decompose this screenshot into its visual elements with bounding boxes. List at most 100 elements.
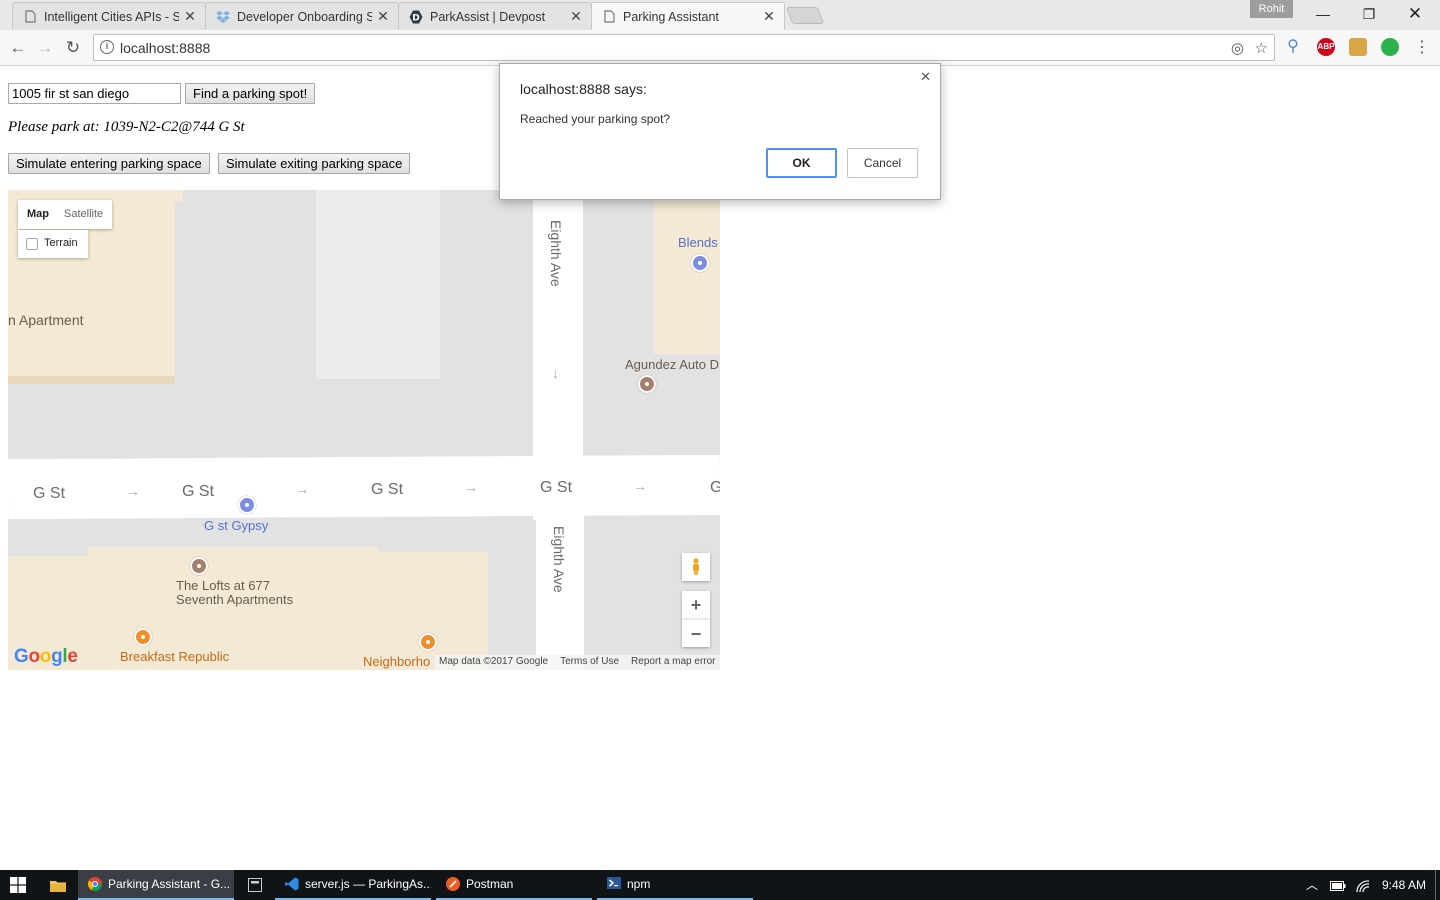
document-icon — [23, 10, 37, 24]
close-icon[interactable]: ✕ — [183, 8, 197, 25]
park-location-message: Please park at: 1039-N2-C2@744 G St — [8, 119, 245, 135]
tab-parking-assistant[interactable]: Parking Assistant ✕ — [591, 2, 785, 30]
simulate-exit-button[interactable]: Simulate exiting parking space — [218, 153, 411, 174]
one-way-arrow-icon: → — [126, 483, 140, 499]
report-error-link[interactable]: Report a map error — [631, 656, 715, 669]
browser-tab-strip: Intelligent Cities APIs - S ✕ Developer … — [0, 0, 1440, 30]
window-close-icon[interactable]: ✕ — [1392, 0, 1438, 28]
building — [175, 190, 183, 202]
find-parking-button[interactable]: Find a parking spot! — [185, 83, 316, 104]
pegman-icon[interactable] — [682, 553, 710, 581]
show-desktop-button[interactable] — [1435, 870, 1440, 900]
close-icon[interactable]: ✕ — [376, 8, 390, 25]
street-label: G St — [540, 479, 573, 496]
reload-icon[interactable]: ↻ — [61, 36, 85, 60]
vscode-icon — [285, 877, 299, 891]
close-icon[interactable]: ✕ — [569, 8, 583, 25]
screen: Intelligent Cities APIs - S ✕ Developer … — [0, 0, 1440, 900]
taskbar-item-chrome[interactable]: Parking Assistant - G... — [78, 870, 234, 900]
map-data-credit: Map data ©2017 Google — [439, 656, 549, 667]
restaurant-poi-icon[interactable] — [419, 633, 437, 651]
ok-button[interactable]: OK — [766, 148, 837, 178]
place-label[interactable]: Neighborho — [363, 655, 430, 669]
location-icon[interactable]: ◎ — [1231, 39, 1244, 57]
close-icon[interactable]: ✕ — [762, 8, 776, 25]
generic-poi-icon[interactable] — [638, 375, 656, 393]
tray-chevron-icon[interactable]: ︿ — [1306, 870, 1318, 900]
document-icon — [602, 10, 616, 24]
shopping-poi-icon[interactable] — [691, 254, 709, 272]
clock[interactable]: 9:48 AM — [1382, 870, 1426, 900]
forward-icon[interactable]: → — [33, 36, 57, 60]
place-label[interactable]: Breakfast Republic — [120, 650, 229, 664]
cancel-button[interactable]: Cancel — [847, 148, 918, 178]
street-label: G St — [182, 483, 215, 500]
devpost-icon: D — [409, 10, 423, 24]
restore-icon[interactable]: ❐ — [1346, 0, 1392, 28]
google-logo[interactable]: Google — [14, 646, 78, 668]
street-label: G St — [371, 481, 404, 498]
windows-start-icon[interactable] — [0, 870, 36, 900]
close-icon[interactable]: ✕ — [920, 69, 931, 85]
zoom-out-button[interactable]: − — [682, 619, 710, 647]
taskbar-item-vscode[interactable]: server.js — ParkingAs... — [275, 870, 431, 900]
one-way-arrow-icon: ↓ — [552, 365, 559, 381]
generic-poi-icon[interactable] — [190, 557, 208, 575]
info-icon[interactable]: i — [100, 40, 114, 54]
back-icon[interactable]: ← — [6, 36, 30, 60]
zoom-in-button[interactable]: + — [682, 591, 710, 619]
taskbar-item-npm[interactable]: npm — [597, 870, 753, 900]
restaurant-poi-icon[interactable] — [134, 628, 152, 646]
taskbar-label: Postman — [466, 877, 514, 891]
profile-button[interactable]: Rohit — [1250, 0, 1293, 18]
tab-developer-onboarding[interactable]: Developer Onboarding S ✕ — [205, 2, 399, 30]
taskbar-item-postman[interactable]: Postman — [436, 870, 592, 900]
powershell-icon — [607, 877, 621, 891]
new-tab-button[interactable] — [785, 7, 825, 24]
building — [316, 190, 440, 379]
tab-title: Developer Onboarding S — [237, 9, 372, 24]
menu-icon[interactable]: ⋮ — [1410, 36, 1434, 60]
alert-dialog: localhost:8888 says: ✕ Reached your park… — [499, 63, 941, 200]
terrain-label: Terrain — [44, 237, 78, 249]
terrain-checkbox[interactable] — [26, 238, 38, 250]
calculator-icon[interactable] — [237, 870, 273, 900]
browser-toolbar: ← → ↻ i localhost:8888 ◎ ☆ ⚲ ABP ⋮ — [0, 30, 1440, 66]
map-type-map[interactable]: Map — [27, 208, 49, 220]
green-dot-icon[interactable] — [1381, 38, 1399, 56]
link-extension-icon[interactable]: ⚲ — [1284, 38, 1302, 56]
address-bar[interactable]: i localhost:8888 ◎ ☆ — [93, 34, 1275, 61]
tab-parkassist-devpost[interactable]: D ParkAssist | Devpost ✕ — [398, 2, 592, 30]
windows-taskbar: Parking Assistant - G... server.js — Par… — [0, 870, 1440, 900]
address-input[interactable] — [8, 83, 181, 104]
place-label[interactable]: Agundez Auto D — [625, 358, 719, 372]
adblock-icon[interactable]: ABP — [1317, 38, 1335, 56]
terms-link[interactable]: Terms of Use — [560, 656, 619, 669]
dropbox-icon — [216, 10, 230, 24]
terrain-control: Terrain — [18, 230, 88, 258]
map-type-control: Map Satellite — [18, 200, 112, 229]
extension-icon[interactable] — [1349, 38, 1367, 56]
postman-icon — [446, 877, 460, 891]
dialog-title: localhost:8888 says: — [520, 81, 647, 97]
street-label-g: G — [710, 479, 720, 496]
google-map[interactable]: G St G St G St G St G → → → → Eighth Ave… — [8, 190, 720, 670]
dialog-message: Reached your parking spot? — [520, 112, 671, 126]
tab-intelligent-cities[interactable]: Intelligent Cities APIs - S ✕ — [12, 2, 206, 30]
shopping-poi-icon[interactable] — [238, 496, 256, 514]
taskbar-label: Parking Assistant - G... — [108, 877, 231, 891]
building-edge — [8, 376, 175, 384]
place-label[interactable]: The Lofts at 677 — [176, 579, 270, 593]
place-label[interactable]: Blends — [678, 236, 718, 250]
bookmark-star-icon[interactable]: ☆ — [1255, 39, 1268, 57]
file-explorer-icon[interactable] — [38, 870, 76, 900]
map-type-satellite[interactable]: Satellite — [64, 208, 103, 220]
one-way-arrow-icon: → — [464, 479, 478, 495]
street-label: G St — [33, 485, 66, 502]
place-label[interactable]: Seventh Apartments — [176, 593, 293, 607]
minimize-icon[interactable]: — — [1300, 0, 1346, 28]
simulate-enter-button[interactable]: Simulate entering parking space — [8, 153, 210, 174]
wifi-icon[interactable] — [1356, 870, 1370, 900]
battery-icon[interactable] — [1330, 870, 1346, 900]
place-label[interactable]: G st Gypsy — [204, 519, 268, 533]
